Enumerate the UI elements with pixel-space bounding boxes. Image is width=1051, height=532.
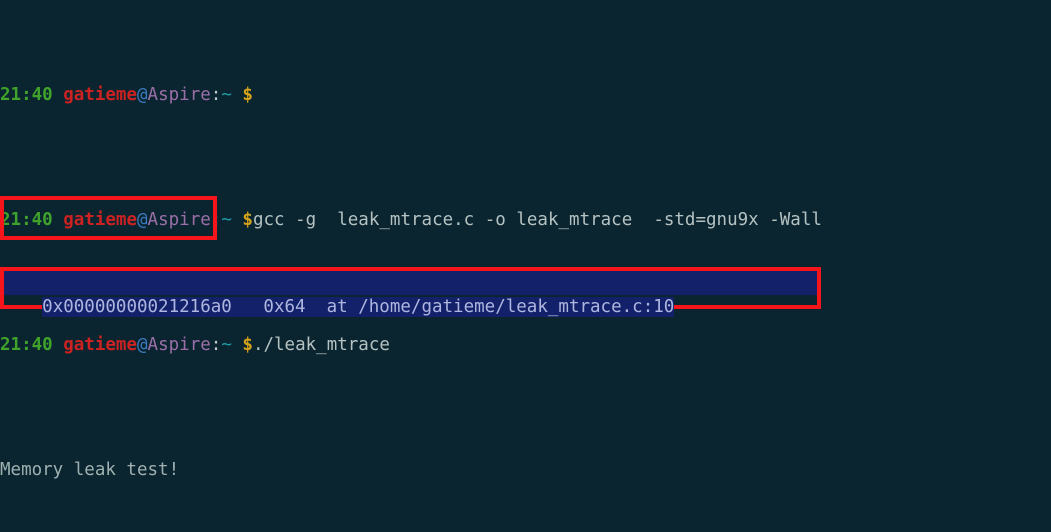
leak-table-row-highlighted: 0x00000000021216a0 0x64 at /home/gatieme…: [0, 270, 1051, 317]
terminal-window[interactable]: 21:40 gatieme@Aspire:~ $ 21:40 gatieme@A…: [0, 0, 1051, 532]
prompt-host: Aspire: [147, 210, 211, 230]
prompt-at: @: [137, 85, 148, 105]
prompt-at: @: [137, 335, 148, 355]
output-memory-leak-test: Memory leak test!: [0, 460, 180, 480]
prompt-user: gatieme: [63, 335, 137, 355]
command-text-run: ./leak_mtrace: [252, 335, 390, 355]
prompt-user: gatieme: [63, 85, 137, 105]
command-text-gcc: gcc -g leak_mtrace.c -o leak_mtrace -std…: [252, 210, 822, 230]
prompt-at: @: [137, 210, 148, 230]
terminal-screen[interactable]: 21:40 gatieme@Aspire:~ $ 21:40 gatieme@A…: [0, 0, 1051, 532]
terminal-output-line: Memory leak test!: [0, 458, 1051, 483]
prompt-user: gatieme: [63, 210, 137, 230]
terminal-line-scrolled: 21:40 gatieme@Aspire:~ $: [0, 85, 253, 105]
prompt-time: 21:40: [0, 210, 53, 230]
terminal-command-line: 21:40 gatieme@Aspire:~ $gcc -g leak_mtra…: [0, 210, 822, 230]
prompt-host: Aspire: [147, 85, 211, 105]
terminal-command-line: 21:40 gatieme@Aspire:~ $./leak_mtrace: [0, 335, 390, 355]
prompt-host: Aspire: [147, 335, 211, 355]
prompt-time: 21:40: [0, 85, 53, 105]
leak-row-text: 0x00000000021216a0 0x64 at /home/gatieme…: [42, 297, 675, 317]
